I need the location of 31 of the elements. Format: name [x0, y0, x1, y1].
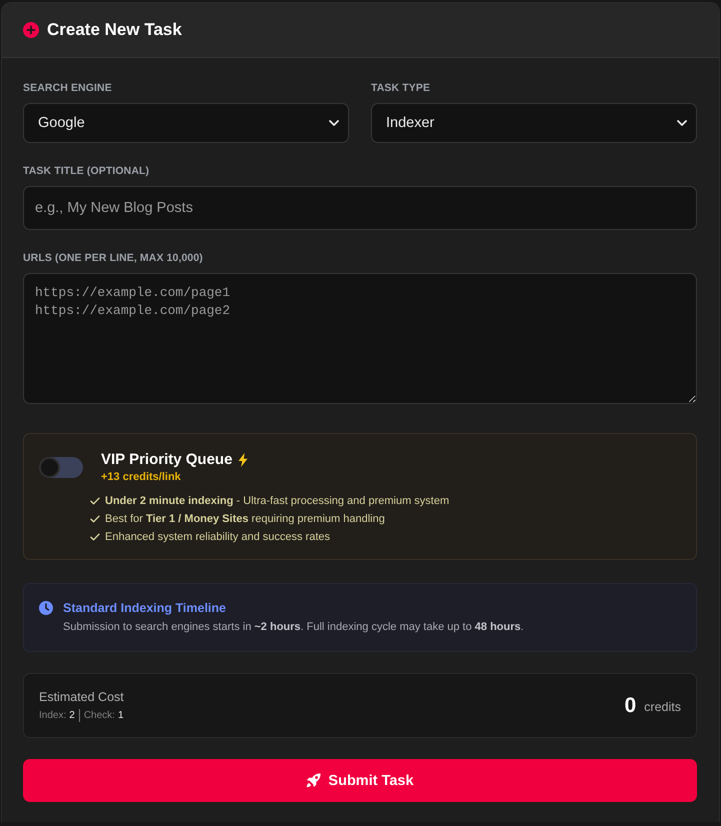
- clock-icon: [39, 601, 53, 615]
- dropdown-select[interactable]: Google: [23, 103, 349, 143]
- breakdown-label: Index:: [39, 709, 66, 722]
- lightning-icon: [238, 453, 248, 467]
- urls-textarea[interactable]: https://example.com/page1 https://example.com/page2: [23, 273, 697, 404]
- field-label: URLS (ONE PER LINE, MAX 10,000): [23, 251, 204, 265]
- field-label: SEARCH ENGINE: [23, 81, 113, 95]
- cost-amount: 0: [624, 694, 636, 718]
- timeline-title: Standard Indexing Timeline: [63, 600, 227, 616]
- breakdown-value: 1: [118, 709, 124, 722]
- plus-circle-icon: [23, 22, 39, 38]
- feature-text: Best for Tier 1 / Money Sites requiring premium handling: [105, 512, 385, 526]
- breakdown-value: 2: [69, 709, 75, 722]
- form-title: Create New Task: [47, 20, 182, 40]
- chevron-down-icon: [329, 120, 339, 126]
- cost-unit: credits: [644, 700, 681, 714]
- feature-text: Under 2 minute indexing - Ultra-fast processing and premium system: [105, 494, 450, 508]
- submit-button[interactable]: Submit Task: [23, 759, 697, 802]
- vip-title: VIP Priority Queue: [101, 450, 232, 470]
- task-title-input[interactable]: e.g., My New Blog Posts: [23, 186, 697, 230]
- price-text: +13 credits/link: [101, 470, 182, 485]
- field-label: TASK TITLE (OPTIONAL): [23, 164, 150, 178]
- toggle-switch[interactable]: [39, 457, 83, 478]
- timeline-description: Submission to search engines starts in ~2 hours. Full indexing cycle may take up to 48 hours.: [63, 620, 524, 635]
- cost-label: Estimated Cost: [39, 689, 124, 706]
- field-label: TASK TYPE: [371, 81, 432, 95]
- chevron-down-icon: [677, 120, 687, 126]
- rocket-icon: [306, 773, 322, 788]
- dropdown-select[interactable]: Indexer: [371, 103, 697, 143]
- breakdown-label: Check:: [84, 709, 115, 722]
- feature-text: Enhanced system reliability and success rates: [105, 530, 330, 544]
